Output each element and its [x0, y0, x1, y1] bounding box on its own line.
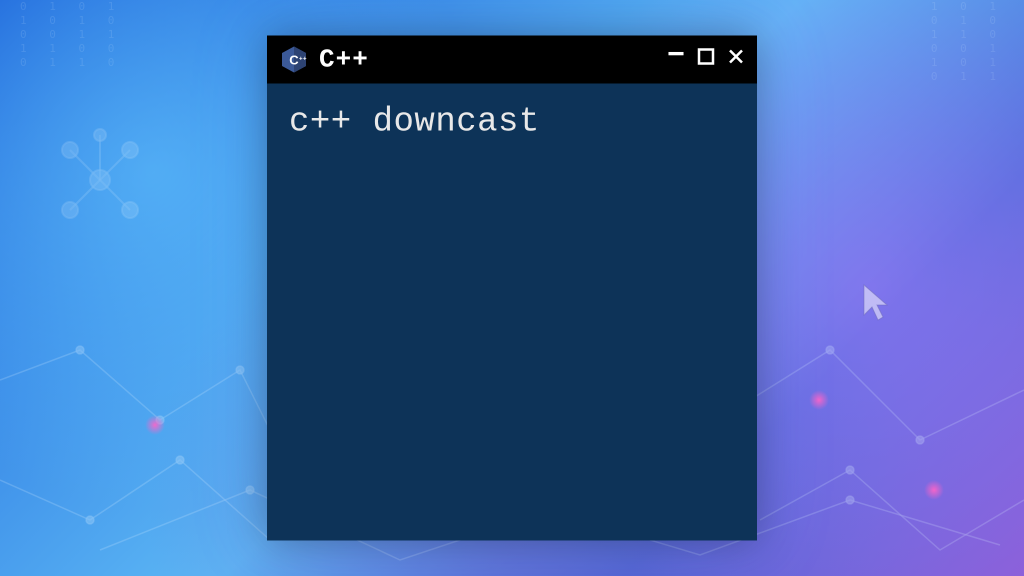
cpp-logo-icon: C + + — [279, 45, 309, 75]
terminal-body[interactable]: c++ downcast — [267, 84, 757, 541]
window-titlebar[interactable]: C + + C++ − — [267, 36, 757, 84]
svg-text:+: + — [303, 56, 307, 63]
terminal-window: C + + C++ − c++ downcast — [267, 36, 757, 541]
close-button[interactable] — [727, 47, 745, 72]
decorative-dot — [924, 480, 944, 500]
terminal-content: c++ downcast — [289, 104, 735, 142]
decorative-cursor — [859, 280, 894, 330]
decorative-dot — [145, 415, 165, 435]
svg-text:C: C — [289, 53, 299, 68]
window-title: C++ — [319, 45, 657, 75]
minimize-button[interactable]: − — [667, 42, 685, 72]
maximize-button[interactable] — [697, 47, 715, 72]
window-controls: − — [667, 45, 745, 75]
decorative-dot — [809, 390, 829, 410]
